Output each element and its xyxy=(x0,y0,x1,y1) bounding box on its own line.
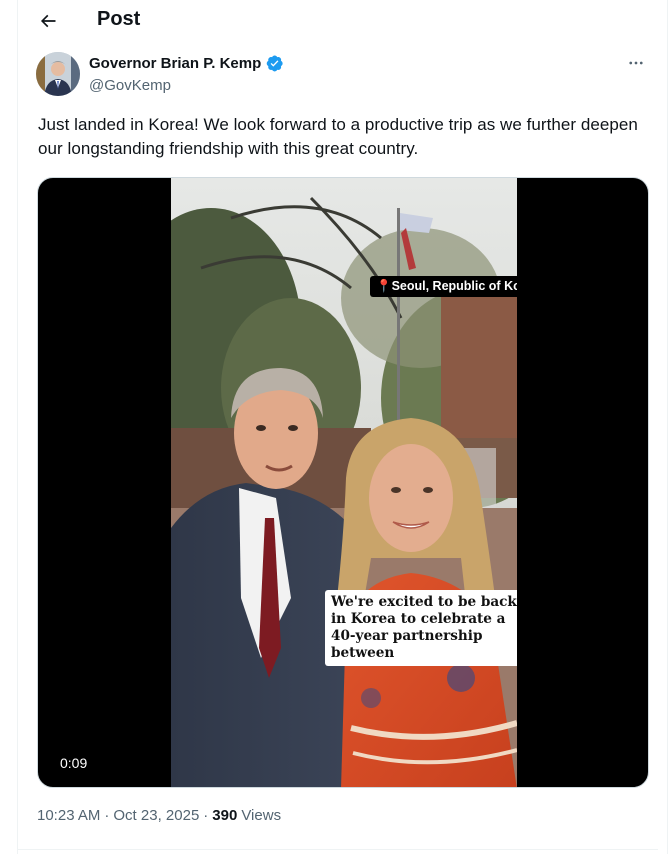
tweet-text: Just landed in Korea! We look forward to… xyxy=(38,115,638,158)
verified-badge-icon xyxy=(267,55,283,72)
post-header: Post xyxy=(18,0,658,44)
more-options-button[interactable] xyxy=(622,52,650,74)
views-label: Views xyxy=(241,807,282,824)
post-meta: 10:23 AM · Oct 23, 2025 · 390 Views xyxy=(37,807,281,824)
quote-caption: We're excited to be back in Korea to cel… xyxy=(325,590,517,666)
left-border xyxy=(17,0,18,854)
post-date[interactable]: Oct 23, 2025 xyxy=(113,807,199,824)
back-button[interactable] xyxy=(32,6,64,36)
video-duration: 0:09 xyxy=(52,753,96,773)
author-row: Governor Brian P. Kemp @GovKemp xyxy=(36,52,652,100)
meta-separator: · xyxy=(104,807,110,824)
video-frame: 📍Seoul, Republic of Korea 🇰🇷 We're excit… xyxy=(171,178,517,787)
page-title: Post xyxy=(97,8,141,30)
post-time[interactable]: 10:23 AM xyxy=(37,807,100,824)
location-caption: 📍Seoul, Republic of Korea 🇰🇷 xyxy=(370,276,517,297)
video-still-image xyxy=(171,178,517,787)
divider xyxy=(18,849,658,850)
video-player[interactable]: 📍Seoul, Republic of Korea 🇰🇷 We're excit… xyxy=(37,177,649,788)
author-name-row: Governor Brian P. Kemp xyxy=(89,54,284,73)
author-handle[interactable]: @GovKemp xyxy=(89,77,171,94)
avatar-image xyxy=(36,52,80,96)
arrow-left-icon xyxy=(40,14,56,28)
more-dots-icon xyxy=(629,61,643,65)
avatar[interactable] xyxy=(36,52,80,96)
meta-separator: · xyxy=(203,807,209,824)
views-count: 390 xyxy=(212,807,238,824)
author-name[interactable]: Governor Brian P. Kemp xyxy=(89,55,261,72)
right-border xyxy=(667,0,668,854)
